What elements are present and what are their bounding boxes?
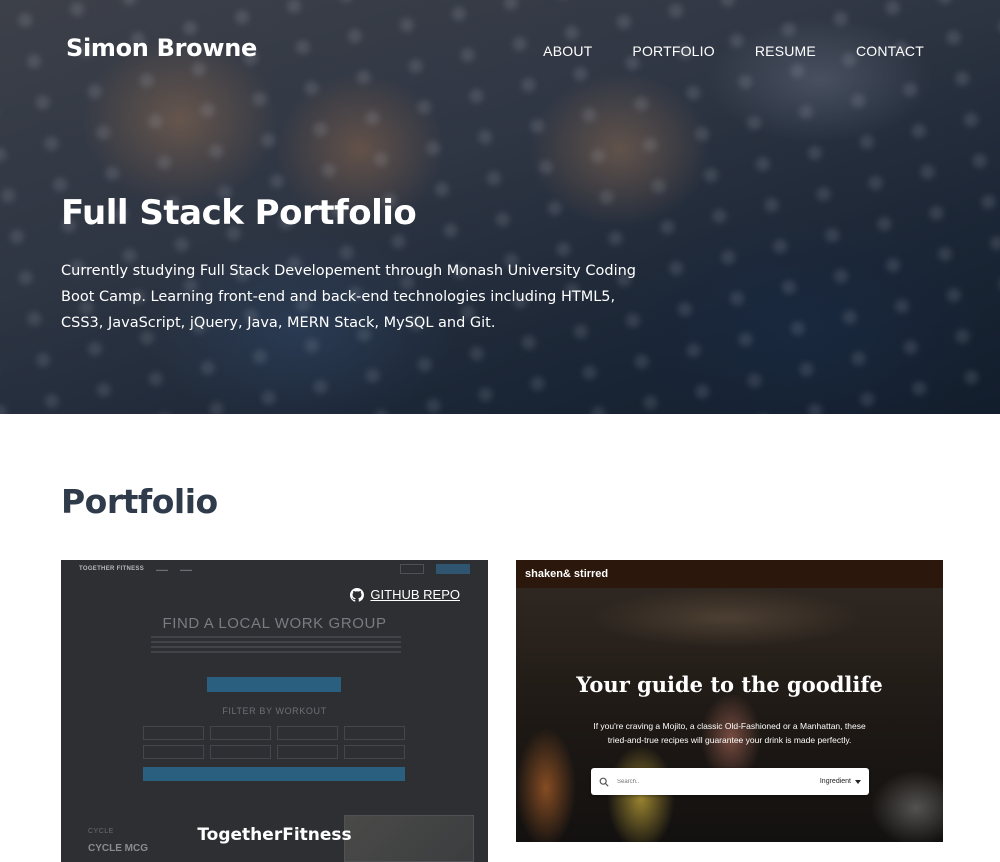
preview-link: ▬▬▬ (180, 566, 193, 572)
project-title: TogetherFitness (197, 825, 352, 845)
preview-search-input (617, 778, 797, 785)
preview-cta (207, 677, 341, 692)
preview-filter-chip (143, 726, 204, 740)
preview-filter-chip (344, 726, 405, 740)
preview-filter-chip (143, 745, 204, 759)
preview-search-bar: Ingredient (591, 768, 869, 795)
preview-filter-chip (277, 726, 338, 740)
preview-brand: shaken& stirred (525, 568, 609, 580)
preview-heading: FIND A LOCAL WORK GROUP (162, 615, 387, 632)
hero-description: Currently studying Full Stack Developeme… (61, 263, 636, 331)
hero-section: Simon Browne ABOUT PORTFOLIO RESUME CONT… (0, 0, 1000, 414)
site-brand[interactable]: Simon Browne (66, 34, 257, 62)
github-icon (350, 587, 365, 602)
github-repo-label: GITHUB REPO (370, 587, 460, 602)
preview-filter-label: FILTER BY WORKOUT (222, 706, 327, 716)
project-card-togetherfitness[interactable]: TOGETHER FITNESS ▬▬▬ ▬▬▬ FIND A LOCAL WO… (61, 560, 488, 862)
github-repo-link[interactable]: GITHUB REPO (350, 587, 460, 602)
preview-ingredient-select: Ingredient (820, 778, 861, 785)
nav-resume[interactable]: RESUME (755, 43, 816, 59)
preview-filter-grid (143, 726, 405, 759)
preview-link: ▬▬▬ (156, 566, 169, 572)
preview-subtitle: If you're craving a Mojito, a classic Ol… (593, 721, 866, 745)
chevron-down-icon (855, 779, 861, 784)
preview-navbar: shaken& stirred (516, 560, 943, 588)
preview-filter-chip (210, 745, 271, 759)
preview-button (436, 564, 470, 574)
preview-show-all (143, 767, 405, 781)
preview-hero: Your guide to the goodlife If you're cra… (516, 588, 943, 842)
nav-portfolio[interactable]: PORTFOLIO (632, 43, 714, 59)
preview-filter-chip (344, 745, 405, 759)
search-icon (599, 777, 609, 787)
nav-about[interactable]: ABOUT (543, 43, 592, 59)
main-nav: ABOUT PORTFOLIO RESUME CONTACT (543, 43, 924, 59)
preview-paragraph (151, 636, 401, 654)
preview-logo: TOGETHER FITNESS (79, 566, 145, 572)
portfolio-heading: Portfolio (61, 482, 218, 521)
preview-filter-chip (277, 745, 338, 759)
project-card-shaken-stirred[interactable]: shaken& stirred Your guide to the goodli… (516, 560, 943, 842)
nav-contact[interactable]: CONTACT (856, 43, 924, 59)
preview-title: Your guide to the goodlife (576, 672, 883, 697)
preview-button (400, 564, 424, 574)
preview-filter-chip (210, 726, 271, 740)
hero-title: Full Stack Portfolio (61, 193, 417, 233)
preview-select-value: Ingredient (819, 778, 851, 785)
preview-navbar: TOGETHER FITNESS ▬▬▬ ▬▬▬ (61, 560, 488, 578)
